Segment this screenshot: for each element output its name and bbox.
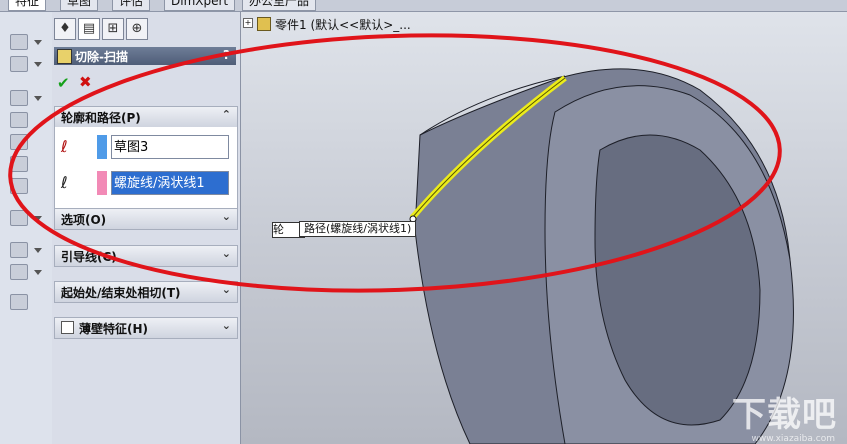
watermark-logo: 下载吧 <box>732 395 837 435</box>
model-graphics <box>8 33 794 444</box>
expand-icon[interactable]: + <box>243 18 253 28</box>
part-name: 零件1 (默认<<默认>_... <box>275 18 411 32</box>
part-icon <box>257 17 271 31</box>
feature-tree-flyout[interactable]: + 零件1 (默认<<默认>_... <box>243 16 411 33</box>
watermark-url: www.xiazaiba.com <box>751 434 835 444</box>
path-callout[interactable]: 路径(螺旋线/涡状线1) <box>299 221 417 237</box>
